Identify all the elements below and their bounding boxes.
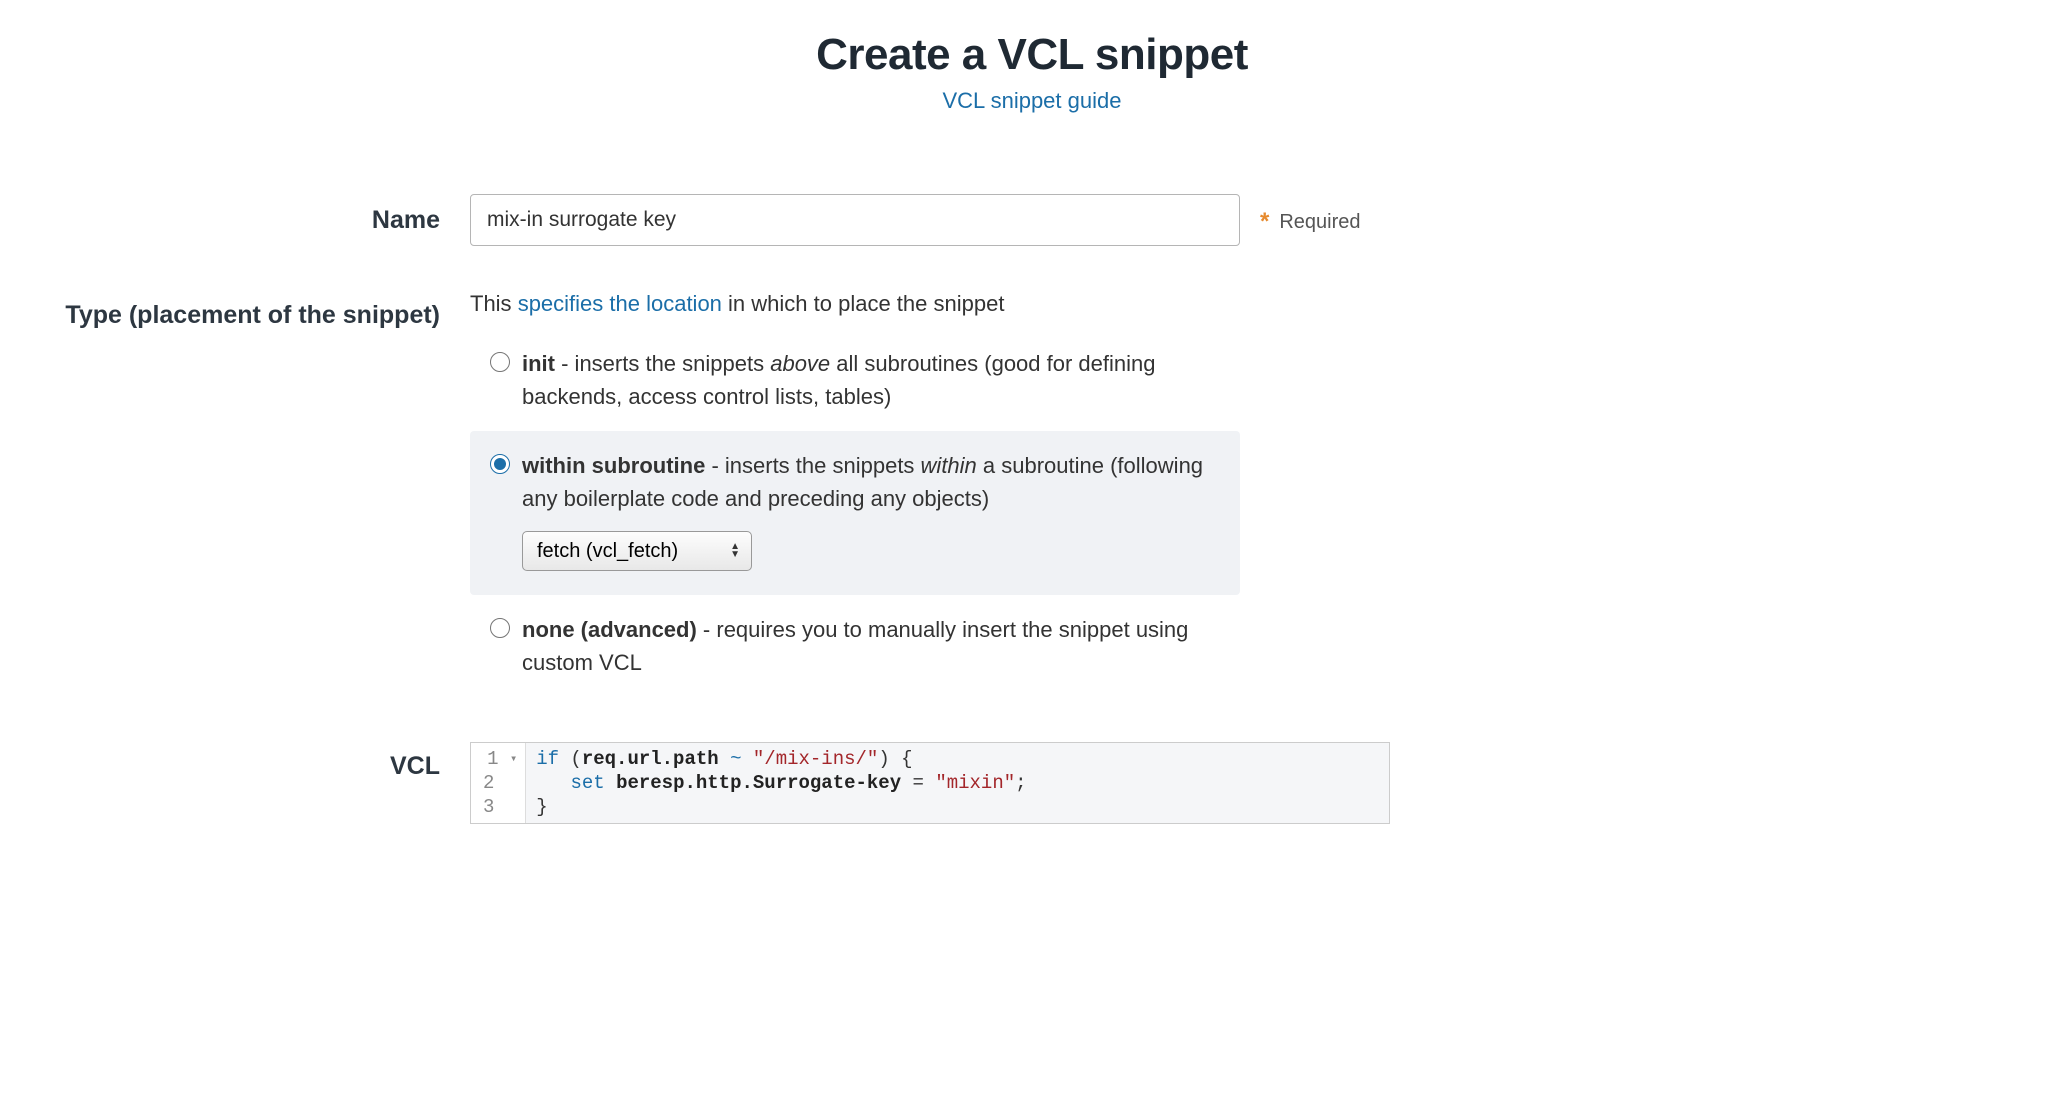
guide-link[interactable]: VCL snippet guide xyxy=(40,88,2024,114)
radio-within[interactable] xyxy=(490,454,510,474)
name-label: Name xyxy=(372,206,440,234)
specifies-location-link[interactable]: specifies the location xyxy=(518,291,722,316)
name-input[interactable] xyxy=(470,194,1240,246)
radio-init[interactable] xyxy=(490,352,510,372)
radio-option-within[interactable]: within subroutine - inserts the snippets… xyxy=(470,431,1240,595)
page-title: Create a VCL snippet xyxy=(40,30,2024,80)
vcl-label: VCL xyxy=(390,752,440,780)
type-intro: This specifies the location in which to … xyxy=(470,291,1240,317)
fold-arrow-icon: ▾ xyxy=(510,747,517,771)
radio-option-init[interactable]: init - inserts the snippets above all su… xyxy=(470,335,1240,425)
type-label: Type (placement of the snippet) xyxy=(65,301,440,329)
code-gutter: 1 ▾ 2 3 xyxy=(471,743,526,823)
radio-option-none[interactable]: none (advanced) - requires you to manual… xyxy=(470,601,1240,691)
subroutine-select[interactable]: fetch (vcl_fetch) xyxy=(522,531,752,571)
radio-none[interactable] xyxy=(490,618,510,638)
code-body[interactable]: if (req.url.path ~ "/mix-ins/") { set be… xyxy=(526,743,1389,823)
required-asterisk-icon: * xyxy=(1260,208,1269,236)
required-text: Required xyxy=(1279,211,1360,234)
vcl-editor[interactable]: 1 ▾ 2 3 if (req.url.path ~ "/mix-ins/") … xyxy=(470,742,1390,824)
